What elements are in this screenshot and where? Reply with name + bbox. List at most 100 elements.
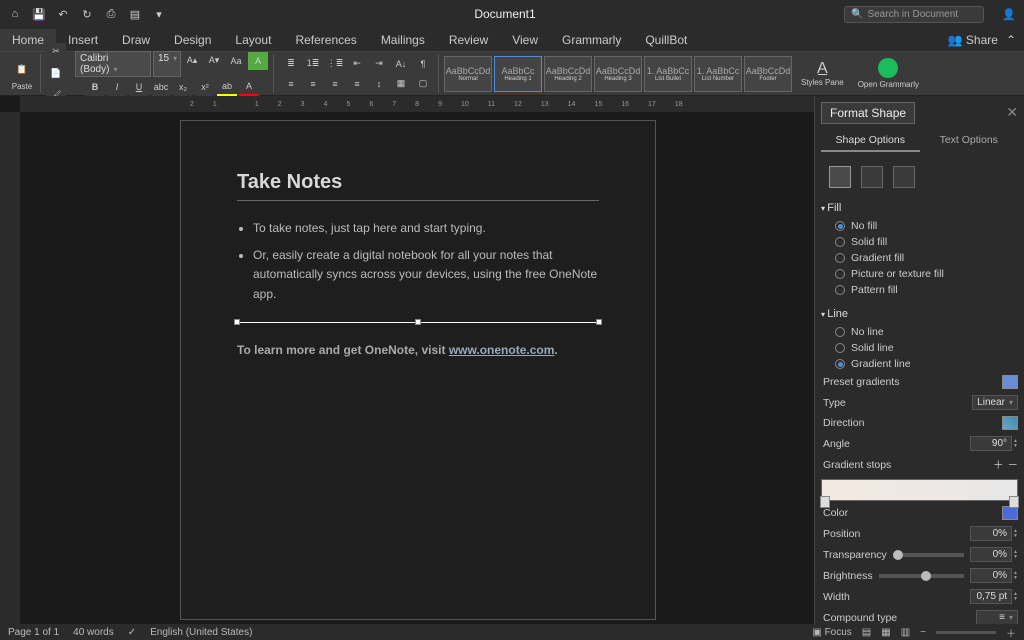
customize-icon[interactable]: ▾	[152, 7, 166, 21]
cut-icon[interactable]: ✂	[46, 43, 66, 61]
resize-handle-right[interactable]	[596, 319, 602, 325]
shape-options-tab[interactable]: Shape Options	[821, 130, 920, 152]
tab-mailings[interactable]: Mailings	[369, 29, 437, 51]
styles-gallery[interactable]: AaBbCcDdNormal AaBbCcHeading 1 AaBbCcDdH…	[443, 56, 793, 92]
focus-mode[interactable]: ▣ Focus	[812, 627, 851, 638]
width-stepper[interactable]: ▲▼	[1013, 592, 1018, 602]
preview-icon[interactable]: ▤	[128, 7, 142, 21]
fill-pattern[interactable]: Pattern fill	[821, 282, 1018, 298]
undo-icon[interactable]: ↶	[56, 7, 70, 21]
effects-icon[interactable]	[861, 166, 883, 188]
tab-references[interactable]: References	[283, 29, 368, 51]
line-spacing-icon[interactable]: ↕	[369, 75, 389, 93]
brightness-slider[interactable]	[879, 574, 964, 578]
add-stop-icon[interactable]: ＋	[993, 459, 1004, 471]
stop-color-swatch[interactable]	[1002, 506, 1018, 520]
user-icon[interactable]: 👤	[1002, 7, 1016, 21]
gradient-stop[interactable]	[820, 496, 830, 508]
doc-heading[interactable]: Take Notes	[237, 171, 599, 201]
save-icon[interactable]: 💾	[32, 7, 46, 21]
fill-section-header[interactable]: Fill	[821, 198, 1018, 218]
styles-pane-button[interactable]: A̲Styles Pane	[795, 58, 850, 89]
angle-stepper[interactable]: ▲▼	[1013, 439, 1018, 449]
align-center-icon[interactable]: ≡	[303, 75, 323, 93]
resize-handle-mid[interactable]	[415, 319, 421, 325]
show-marks-icon[interactable]: ¶	[413, 55, 433, 73]
tab-quillbot[interactable]: QuillBot	[633, 29, 699, 51]
borders-icon[interactable]: ▢	[413, 75, 433, 93]
style-heading-1[interactable]: AaBbCcHeading 1	[494, 56, 542, 92]
tab-view[interactable]: View	[500, 29, 550, 51]
angle-input[interactable]: 90°	[970, 436, 1012, 451]
multilevel-icon[interactable]: ⋮≣	[325, 55, 345, 73]
line-gradient[interactable]: Gradient line	[821, 356, 1018, 372]
style-heading-3[interactable]: AaBbCcDdHeading 3	[594, 56, 642, 92]
decrease-font-icon[interactable]: A▾	[204, 52, 224, 70]
onenote-link[interactable]: www.onenote.com	[449, 343, 555, 357]
zoom-in-icon[interactable]: ＋	[1006, 625, 1016, 640]
open-grammarly-button[interactable]: Open Grammarly	[852, 56, 925, 91]
zoom-out-icon[interactable]: −	[920, 627, 926, 638]
fill-picture[interactable]: Picture or texture fill	[821, 266, 1018, 282]
gradient-stop[interactable]	[1009, 496, 1019, 508]
clear-format-icon[interactable]: A	[248, 52, 268, 70]
size-props-icon[interactable]	[893, 166, 915, 188]
position-input[interactable]: 0%	[970, 526, 1012, 541]
font-color-icon[interactable]: A	[239, 78, 259, 96]
page[interactable]: Take Notes To take notes, just tap here …	[180, 120, 656, 620]
vertical-ruler[interactable]	[0, 112, 20, 624]
view-outline-icon[interactable]: ▥	[901, 627, 910, 638]
shading-icon[interactable]: ▦	[391, 75, 411, 93]
tab-layout[interactable]: Layout	[223, 29, 283, 51]
style-footer[interactable]: AaBbCcDdFooter	[744, 56, 792, 92]
spellcheck-icon[interactable]: ✓	[128, 627, 136, 638]
bullet-item[interactable]: Or, easily create a digital notebook for…	[253, 246, 599, 304]
highlight-icon[interactable]: ab	[217, 78, 237, 96]
line-no-line[interactable]: No line	[821, 324, 1018, 340]
style-list-bullet[interactable]: 1. AaBbCcList Bullet	[644, 56, 692, 92]
zoom-slider[interactable]	[936, 631, 996, 634]
copy-icon[interactable]: 📄	[46, 65, 66, 83]
print-icon[interactable]: ⎙	[104, 7, 118, 21]
increase-font-icon[interactable]: A▴	[182, 52, 202, 70]
view-print-icon[interactable]: ▤	[862, 627, 871, 638]
gradient-stops-track[interactable]	[821, 479, 1018, 501]
align-right-icon[interactable]: ≡	[325, 75, 345, 93]
bullet-item[interactable]: To take notes, just tap here and start t…	[253, 219, 599, 238]
resize-handle-left[interactable]	[234, 319, 240, 325]
transparency-input[interactable]: 0%	[970, 547, 1012, 562]
increase-indent-icon[interactable]: ⇥	[369, 55, 389, 73]
language-indicator[interactable]: English (United States)	[150, 627, 252, 638]
numbering-icon[interactable]: 1≣	[303, 55, 323, 73]
font-name-combo[interactable]: Calibri (Body)▾	[75, 51, 151, 77]
brightness-input[interactable]: 0%	[970, 568, 1012, 583]
compound-combo[interactable]: ≡▾	[976, 610, 1018, 624]
tab-review[interactable]: Review	[437, 29, 500, 51]
decrease-indent-icon[interactable]: ⇤	[347, 55, 367, 73]
redo-icon[interactable]: ↻	[80, 7, 94, 21]
search-input[interactable]: 🔍 Search in Document	[844, 6, 984, 23]
italic-icon[interactable]: I	[107, 78, 127, 96]
sort-icon[interactable]: A↓	[391, 55, 411, 73]
superscript-icon[interactable]: x²	[195, 78, 215, 96]
word-count[interactable]: 40 words	[73, 627, 114, 638]
tab-draw[interactable]: Draw	[110, 29, 162, 51]
tab-grammarly[interactable]: Grammarly	[550, 29, 633, 51]
fill-line-icon[interactable]	[829, 166, 851, 188]
text-options-tab[interactable]: Text Options	[920, 130, 1019, 152]
transparency-slider[interactable]	[893, 553, 964, 557]
preset-gradient-swatch[interactable]	[1002, 375, 1018, 389]
font-size-combo[interactable]: 15▾	[153, 51, 181, 77]
position-stepper[interactable]: ▲▼	[1013, 529, 1018, 539]
style-list-number[interactable]: 1. AaBbCcList Number	[694, 56, 742, 92]
fill-gradient[interactable]: Gradient fill	[821, 250, 1018, 266]
remove-stop-icon[interactable]: －	[1008, 459, 1019, 471]
collapse-ribbon-icon[interactable]: ⌃	[1006, 33, 1016, 47]
justify-icon[interactable]: ≡	[347, 75, 367, 93]
align-left-icon[interactable]: ≡	[281, 75, 301, 93]
selected-line-shape[interactable]	[237, 322, 599, 323]
direction-swatch[interactable]	[1002, 416, 1018, 430]
change-case-icon[interactable]: Aa	[226, 52, 246, 70]
document-area[interactable]: Take Notes To take notes, just tap here …	[20, 112, 814, 624]
view-web-icon[interactable]: ▦	[881, 627, 890, 638]
